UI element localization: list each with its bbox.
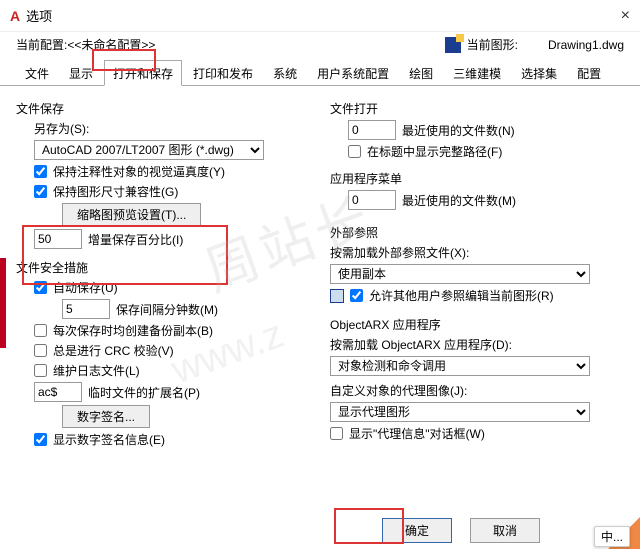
ime-badge: 中... [560, 519, 640, 549]
recent-files-input[interactable] [348, 120, 396, 140]
xref-load-select[interactable]: 使用副本 [330, 264, 590, 284]
xref-load-label: 按需加载外部参照文件(X): [330, 244, 469, 261]
ck-drawing-size-label: 保持图形尺寸兼容性(G) [53, 183, 178, 200]
ck-backup-label: 每次保存时均创建备份副本(B) [53, 322, 213, 339]
ck-crc[interactable] [34, 344, 47, 357]
save-as-label: 另存为(S): [34, 120, 89, 137]
autosave-interval-label: 保存间隔分钟数(M) [116, 301, 218, 318]
ck-proxy-dlg[interactable] [330, 427, 343, 440]
ck-drawing-size[interactable] [34, 185, 47, 198]
xref-icon [330, 289, 344, 303]
tab-draw[interactable]: 绘图 [400, 60, 442, 86]
ck-log-label: 维护日志文件(L) [53, 362, 140, 379]
ck-allow-edit-label: 允许其他用户参照编辑当前图形(R) [369, 287, 554, 304]
ime-badge-text[interactable]: 中... [594, 526, 630, 547]
arx-legend: ObjectARX 应用程序 [330, 316, 624, 333]
autosave-interval-input[interactable] [62, 299, 110, 319]
profile-label: 当前配置: [16, 36, 67, 53]
file-open-legend: 文件打开 [330, 100, 624, 117]
ck-autosave-label: 自动保存(U) [53, 279, 118, 296]
ck-annotative-label: 保持注释性对象的视觉逼真度(Y) [53, 163, 225, 180]
inc-save-input[interactable] [34, 229, 82, 249]
app-menu-legend: 应用程序菜单 [330, 170, 624, 187]
drawing-icon [445, 37, 461, 53]
ck-backup[interactable] [34, 324, 47, 337]
xref-legend: 外部参照 [330, 224, 624, 241]
tab-display[interactable]: 显示 [60, 60, 102, 86]
file-save-legend: 文件保存 [16, 100, 310, 117]
tab-file[interactable]: 文件 [16, 60, 58, 86]
cancel-button[interactable]: 取消 [470, 518, 540, 543]
ck-fullpath-label: 在标题中显示完整路径(F) [367, 143, 502, 160]
tab-userconfig[interactable]: 用户系统配置 [308, 60, 398, 86]
ck-proxy-dlg-label: 显示"代理信息"对话框(W) [349, 425, 485, 442]
close-icon[interactable]: × [621, 7, 630, 25]
ck-show-sig-label: 显示数字签名信息(E) [53, 431, 165, 448]
ck-crc-label: 总是进行 CRC 校验(V) [53, 342, 174, 359]
btn-thumbnail[interactable]: 缩略图预览设置(T)... [62, 203, 201, 226]
left-accent-bar [0, 258, 6, 348]
tab-select[interactable]: 选择集 [512, 60, 566, 86]
proxy-img-select[interactable]: 显示代理图形 [330, 402, 590, 422]
drawing-value: Drawing1.dwg [548, 38, 624, 52]
ck-fullpath[interactable] [348, 145, 361, 158]
drawing-label: 当前图形: [467, 36, 518, 53]
tabs-bar: 文件 显示 打开和保存 打印和发布 系统 用户系统配置 绘图 三维建模 选择集 … [0, 59, 640, 86]
profile-value: <<未命名配置>> [67, 36, 155, 53]
save-as-select[interactable]: AutoCAD 2007/LT2007 图形 (*.dwg) [34, 140, 264, 160]
tab-3d[interactable]: 三维建模 [444, 60, 510, 86]
appmenu-recent-label: 最近使用的文件数(M) [402, 192, 516, 209]
arx-load-select[interactable]: 对象检测和命令调用 [330, 356, 590, 376]
safety-legend: 文件安全措施 [16, 259, 310, 276]
appmenu-recent-input[interactable] [348, 190, 396, 210]
recent-files-label: 最近使用的文件数(N) [402, 122, 515, 139]
ck-annotative[interactable] [34, 165, 47, 178]
tab-print[interactable]: 打印和发布 [184, 60, 262, 86]
ck-log[interactable] [34, 364, 47, 377]
ok-button[interactable]: 确定 [382, 518, 452, 543]
tab-profiles[interactable]: 配置 [568, 60, 610, 86]
app-icon: A [10, 8, 20, 24]
btn-signature[interactable]: 数字签名... [62, 405, 150, 428]
dialog-title: 选项 [26, 6, 52, 25]
arx-load-label: 按需加载 ObjectARX 应用程序(D): [330, 336, 512, 353]
temp-ext-label: 临时文件的扩展名(P) [88, 384, 200, 401]
tab-system[interactable]: 系统 [264, 60, 306, 86]
inc-save-label: 增量保存百分比(I) [88, 231, 183, 248]
ck-autosave[interactable] [34, 281, 47, 294]
temp-ext-input[interactable] [34, 382, 82, 402]
ck-allow-edit[interactable] [350, 289, 363, 302]
ck-show-sig[interactable] [34, 433, 47, 446]
proxy-img-label: 自定义对象的代理图像(J): [330, 382, 467, 399]
tab-open-save[interactable]: 打开和保存 [104, 60, 182, 86]
